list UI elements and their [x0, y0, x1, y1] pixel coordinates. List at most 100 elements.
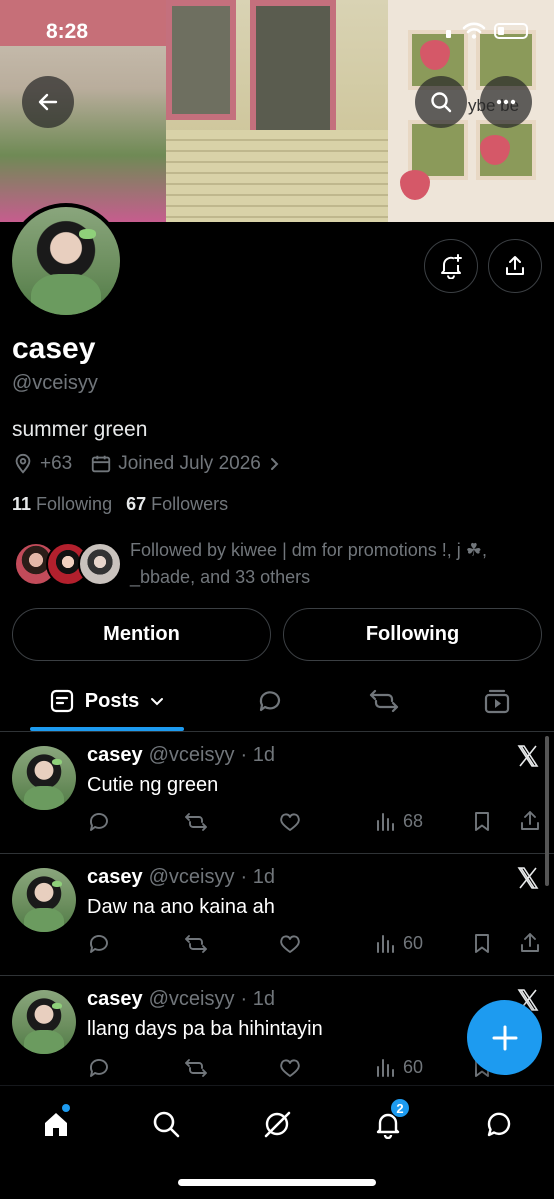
chevron-down-icon [151, 698, 164, 706]
joined-text[interactable]: Joined July 2026 [118, 453, 261, 475]
post-text: llang days pa ba hihintayin [87, 1018, 323, 1040]
status-time: 8:28 [46, 20, 89, 43]
repost-button[interactable] [183, 932, 209, 956]
post-author-handle: @vceisyy [148, 866, 235, 888]
tab-posts-label: Posts [84, 689, 140, 712]
followers-label: Followers [151, 494, 229, 514]
repost-icon [369, 689, 399, 713]
repost-icon [185, 935, 207, 953]
like-button[interactable] [278, 810, 302, 834]
reply-button[interactable] [87, 810, 111, 834]
post-item[interactable]: casey @vceisyy · 1d Daw na ano kaina ah … [0, 854, 554, 976]
views-count: 60 [403, 1056, 424, 1077]
tab-replies[interactable] [250, 672, 290, 730]
post-time: · 1d [240, 988, 275, 1010]
share-profile-button[interactable] [488, 239, 542, 293]
back-button[interactable] [22, 76, 74, 128]
notification-badge: 2 [390, 1098, 410, 1118]
x-logo-icon [517, 867, 539, 889]
post-author-name[interactable]: casey [87, 866, 143, 889]
more-icon [496, 99, 516, 105]
post-text: Cutie ng green [87, 774, 219, 796]
chevron-right-icon[interactable] [267, 456, 283, 472]
profile-tabs: Posts [0, 672, 554, 732]
post-item[interactable]: casey @vceisyy · 1d Cutie ng green 68 [0, 732, 554, 854]
share-button[interactable] [519, 810, 541, 832]
tab-posts[interactable]: Posts [30, 672, 184, 730]
battery-icon [494, 23, 528, 39]
reply-icon [90, 1059, 108, 1077]
avatar[interactable] [12, 990, 76, 1054]
location-text: +63 [40, 453, 73, 474]
nav-home[interactable] [36, 1104, 76, 1144]
avatar[interactable] [12, 746, 76, 810]
bookmark-button[interactable] [471, 932, 493, 954]
home-icon [45, 1113, 67, 1136]
views-button[interactable]: 68 [375, 810, 423, 832]
bookmark-button[interactable] [471, 810, 493, 832]
profile-name: casey [12, 332, 96, 365]
share-icon [506, 256, 524, 275]
tab-reposts[interactable] [364, 672, 404, 730]
share-button[interactable] [519, 932, 541, 954]
like-button[interactable] [278, 932, 302, 956]
wifi-icon [462, 22, 486, 39]
notify-button[interactable] [424, 239, 478, 293]
following-button[interactable]: Following [283, 608, 542, 661]
nav-grok[interactable] [257, 1104, 297, 1144]
active-tab-indicator [30, 727, 184, 731]
search-button[interactable] [415, 76, 467, 128]
profile-handle: @vceisyy [12, 372, 98, 394]
followed-by-avatars[interactable] [14, 542, 124, 588]
home-indicator[interactable] [178, 1179, 376, 1186]
avatar[interactable] [12, 868, 76, 932]
chat-icon [487, 1112, 511, 1137]
views-icon [377, 935, 394, 953]
post-time: · 1d [240, 744, 275, 766]
followers-link[interactable]: 67 Followers [126, 494, 228, 515]
like-button[interactable] [278, 1056, 302, 1080]
views-icon [377, 1059, 394, 1077]
grok-icon [264, 1111, 291, 1138]
reply-icon [259, 691, 281, 712]
repost-button[interactable] [183, 1056, 209, 1080]
post-text: Daw na ano kaina ah [87, 896, 275, 918]
post-author-handle: @vceisyy [148, 744, 235, 766]
heart-icon [280, 813, 300, 831]
search-icon [431, 92, 452, 113]
bookmark-icon [475, 934, 489, 953]
nav-notifications[interactable]: 2 [368, 1098, 410, 1144]
new-content-dot [62, 1104, 70, 1112]
reply-button[interactable] [87, 932, 111, 956]
tab-media[interactable] [477, 672, 517, 730]
post-author-handle: @vceisyy [148, 988, 235, 1010]
scrollbar[interactable] [545, 736, 549, 886]
mention-button[interactable]: Mention [12, 608, 271, 661]
views-button[interactable]: 60 [375, 932, 423, 954]
repost-button[interactable] [183, 810, 209, 834]
avatar [78, 542, 122, 586]
followed-by-text[interactable]: Followed by kiwee | dm for promotions !,… [130, 537, 530, 591]
views-count: 68 [403, 810, 424, 831]
share-icon [521, 933, 539, 952]
reply-icon [90, 813, 108, 831]
compose-button[interactable] [467, 1000, 542, 1075]
reply-button[interactable] [87, 1056, 111, 1080]
signal-icon [446, 30, 451, 38]
calendar-icon [92, 455, 111, 473]
profile-avatar[interactable] [8, 203, 124, 319]
nav-messages[interactable] [479, 1104, 519, 1144]
following-link[interactable]: 11 Following [12, 494, 112, 515]
media-icon [484, 689, 510, 714]
nav-search[interactable] [146, 1104, 186, 1144]
heart-icon [280, 1059, 300, 1077]
share-icon [521, 811, 539, 830]
repost-icon [185, 813, 207, 831]
more-button[interactable] [480, 76, 532, 128]
views-button[interactable]: 60 [375, 1056, 423, 1078]
post-author-name[interactable]: casey [87, 988, 143, 1011]
post-header: casey @vceisyy · 1d [87, 988, 275, 1011]
posts-icon [50, 689, 73, 713]
post-actions: 68 [87, 810, 547, 838]
post-author-name[interactable]: casey [87, 744, 143, 767]
